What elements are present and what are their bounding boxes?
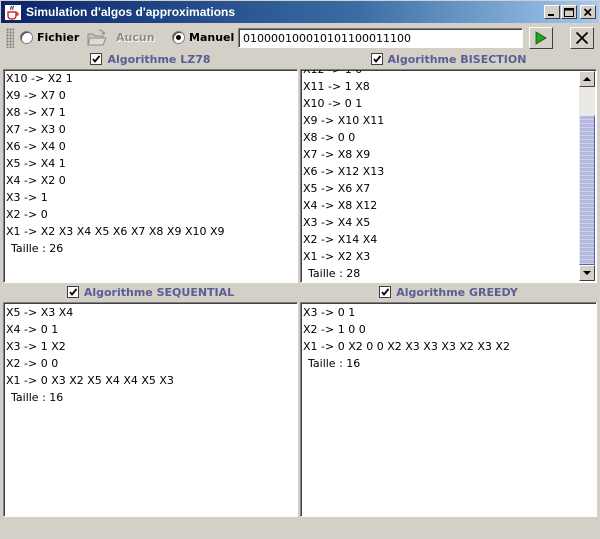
fichier-label[interactable]: Fichier [37,31,79,44]
sequence-input[interactable] [238,28,523,48]
content-greedy[interactable]: X3 -> 0 1 X2 -> 1 0 0 X1 -> 0 X2 0 0 X2 … [300,302,597,517]
scroll-up-button[interactable] [579,71,595,87]
taille-bisection: Taille : 28 [308,267,361,280]
toolbar: Fichier Aucun Manuel [2,25,598,51]
rule-line: X9 -> X7 0 [6,89,66,102]
panel-title-greedy-text: Algorithme GREEDY [396,286,518,299]
panel-sequential: Algorithme SEQUENTIAL X5 -> X3 X4 X4 -> … [3,286,298,517]
rule-line: X5 -> X4 1 [6,157,66,170]
taille-greedy: Taille : 16 [308,357,361,370]
rule-line: X4 -> X2 0 [6,174,66,187]
content-sequential[interactable]: X5 -> X3 X4 X4 -> 0 1 X3 -> 1 X2 X2 -> 0… [3,302,298,517]
quit-button[interactable] [570,27,594,49]
arrow-up-icon [583,77,591,81]
checkbox-check-icon [92,55,101,63]
minimize-icon [548,14,554,16]
rule-line: X11 -> 1 X8 [303,80,370,93]
rule-line: X10 -> X2 1 [6,72,73,85]
panel-title-bisection[interactable]: Algorithme BISECTION [300,53,597,69]
open-folder-icon [87,29,107,46]
rule-line: X5 -> X6 X7 [303,182,371,195]
rule-line: X12 -> 1 0 [303,69,363,76]
status-bar [2,519,598,537]
rule-line: X7 -> X8 X9 [303,148,371,161]
panel-title-lz78[interactable]: Algorithme LZ78 [3,53,298,69]
panel-bisection: Algorithme BISECTION X12 -> 1 0 X11 -> 1… [300,53,597,283]
scroll-down-button[interactable] [579,265,595,281]
open-file-button[interactable] [86,28,108,48]
checkbox-bisection[interactable] [370,53,383,65]
arrow-down-icon [583,271,591,275]
maximize-button[interactable] [561,5,577,19]
toolbar-grip[interactable] [6,28,14,48]
play-icon [535,31,547,45]
scrollbar-bisection[interactable] [579,71,595,281]
rule-line: X9 -> X10 X11 [303,114,385,127]
window-title: Simulation d'algos d'approximations [26,5,236,19]
rule-line: X1 -> X2 X3 [303,250,371,263]
scroll-thumb[interactable] [579,115,595,265]
panel-title-bisection-text: Algorithme BISECTION [387,53,527,66]
rule-line: X8 -> 0 0 [303,131,356,144]
rule-line: X7 -> X3 0 [6,123,66,136]
aucun-label: Aucun [116,31,155,44]
rule-line: X3 -> 1 [6,191,48,204]
rule-line: X2 -> X14 X4 [303,233,378,246]
minimize-button[interactable] [544,5,560,19]
panel-title-sequential[interactable]: Algorithme SEQUENTIAL [3,286,298,302]
panel-greedy: Algorithme GREEDY X3 -> 0 1 X2 -> 1 0 0 … [300,286,597,517]
rule-line: X5 -> X3 X4 [6,306,74,319]
maximize-icon [564,8,574,17]
rule-line: X2 -> 1 0 0 [303,323,366,336]
rule-line: X8 -> X7 1 [6,106,66,119]
taille-sequential: Taille : 16 [11,391,64,404]
run-button[interactable] [529,27,553,49]
checkbox-check-icon [69,288,78,296]
rule-line: X2 -> 0 [6,208,48,221]
content-lz78[interactable]: X10 -> X2 1 X9 -> X7 0 X8 -> X7 1 X7 -> … [3,69,298,283]
close-icon [583,8,592,17]
rule-line: X1 -> X2 X3 X4 X5 X6 X7 X8 X9 X10 X9 [6,225,225,238]
rule-line: X3 -> 1 X2 [6,340,66,353]
rule-line: X3 -> X4 X5 [303,216,371,229]
window-titlebar[interactable]: Simulation d'algos d'approximations [0,0,600,24]
content-bisection[interactable]: X12 -> 1 0 X11 -> 1 X8 X10 -> 0 1 X9 -> … [300,69,597,283]
rule-line: X10 -> 0 1 [303,97,363,110]
rule-line: X3 -> 0 1 [303,306,356,319]
rule-line: X4 -> X8 X12 [303,199,378,212]
panel-lz78: Algorithme LZ78 X10 -> X2 1 X9 -> X7 0 X… [3,53,298,283]
java-cup-icon [5,5,21,20]
taille-lz78: Taille : 26 [11,242,64,255]
manuel-label[interactable]: Manuel [189,31,234,44]
panel-title-sequential-text: Algorithme SEQUENTIAL [83,286,235,299]
checkbox-lz78[interactable] [90,53,103,65]
panel-title-lz78-text: Algorithme LZ78 [107,53,211,66]
rule-line: X2 -> 0 0 [6,357,59,370]
rule-line: X1 -> 0 X2 0 0 X2 X3 X3 X3 X2 X3 X2 [303,340,510,353]
radio-fichier[interactable] [20,31,33,44]
radio-manuel[interactable] [172,31,185,44]
close-x-icon [575,31,589,45]
rule-line: X1 -> 0 X3 X2 X5 X4 X4 X5 X3 [6,374,174,387]
panel-title-greedy[interactable]: Algorithme GREEDY [300,286,597,302]
checkbox-sequential[interactable] [66,286,79,298]
checkbox-check-icon [372,55,381,63]
close-button[interactable] [580,5,596,19]
checkbox-greedy[interactable] [379,286,392,298]
rule-line: X6 -> X4 0 [6,140,66,153]
rule-line: X6 -> X12 X13 [303,165,385,178]
rule-line: X4 -> 0 1 [6,323,59,336]
checkbox-check-icon [381,288,390,296]
